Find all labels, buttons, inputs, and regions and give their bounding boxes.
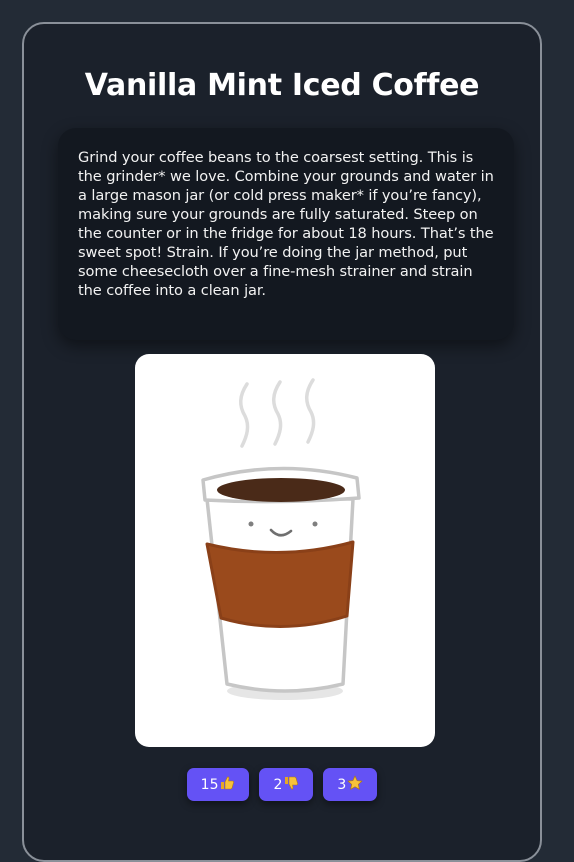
- recipe-image: [135, 354, 435, 747]
- star-icon: [347, 775, 363, 795]
- dislike-button[interactable]: 2: [259, 768, 314, 801]
- recipe-card: Vanilla Mint Iced Coffee Grind your coff…: [22, 22, 542, 862]
- recipe-description-box: Grind your coffee beans to the coarsest …: [58, 128, 514, 340]
- recipe-description: Grind your coffee beans to the coarsest …: [78, 149, 494, 299]
- thumbs-up-icon: [219, 775, 235, 795]
- recipe-title: Vanilla Mint Iced Coffee: [84, 68, 480, 103]
- favorite-button[interactable]: 3: [323, 768, 378, 801]
- dislike-count: 2: [273, 776, 283, 793]
- steam-icon: [239, 378, 316, 448]
- like-count: 15: [200, 776, 219, 793]
- reaction-bar: 15 2 3: [24, 768, 540, 801]
- favorite-count: 3: [337, 776, 347, 793]
- coffee-cup-illustration: [201, 378, 361, 700]
- like-button[interactable]: 15: [186, 768, 250, 801]
- thumbs-down-icon: [283, 775, 299, 795]
